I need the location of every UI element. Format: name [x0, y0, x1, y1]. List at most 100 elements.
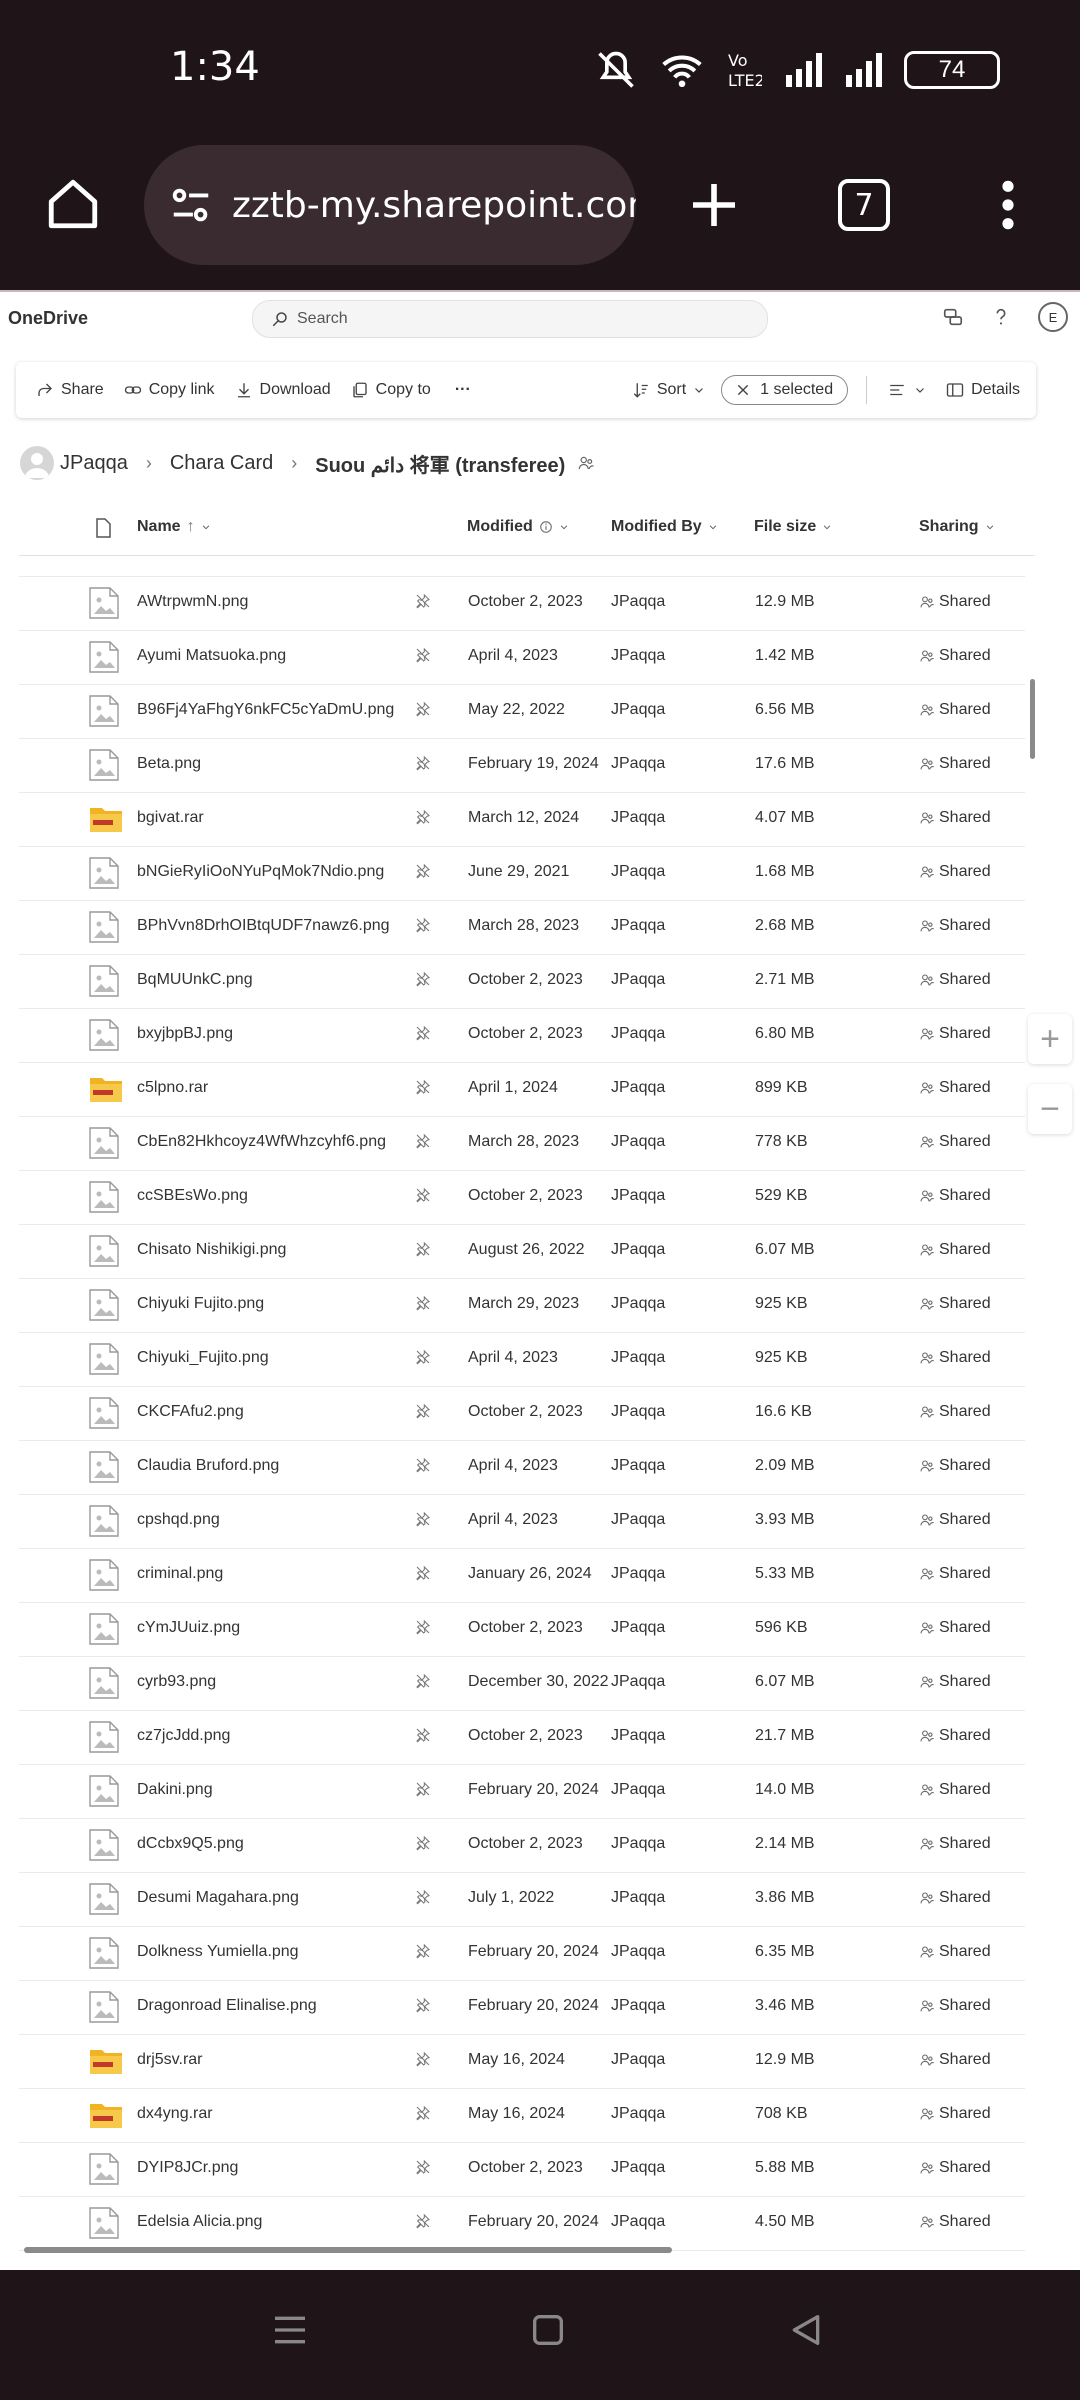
sharing-status[interactable]: Shared — [919, 1997, 991, 2015]
sharing-status[interactable]: Shared — [919, 593, 991, 611]
modified-by[interactable]: JPaqqa — [611, 1781, 665, 1799]
file-name[interactable]: B96Fj4YaFhgY6nkFC5cYaDmU.png — [137, 701, 394, 719]
pin-icon[interactable] — [415, 1025, 431, 1046]
pin-icon[interactable] — [415, 1727, 431, 1748]
sharing-status[interactable]: Shared — [919, 1079, 991, 1097]
table-row[interactable]: BPhVvn8DrhOIBtqUDF7nawz6.png March 28, 2… — [19, 901, 1025, 955]
file-name[interactable]: Beta.png — [137, 755, 201, 773]
sharing-status[interactable]: Shared — [919, 1943, 991, 1961]
modified-by[interactable]: JPaqqa — [611, 1511, 665, 1529]
breadcrumb-item[interactable]: JPaqqa — [60, 452, 128, 475]
home-square-icon[interactable] — [528, 2310, 568, 2350]
modified-by[interactable]: JPaqqa — [611, 1295, 665, 1313]
modified-by[interactable]: JPaqqa — [611, 1241, 665, 1259]
column-header-sharing[interactable]: Sharing — [919, 518, 995, 536]
table-row[interactable]: Ayumi Matsuoka.png April 4, 2023 JPaqqa … — [19, 631, 1025, 685]
shared-people-icon[interactable] — [577, 454, 595, 472]
table-row[interactable]: Chisato Nishikigi.png August 26, 2022 JP… — [19, 1225, 1025, 1279]
modified-by[interactable]: JPaqqa — [611, 647, 665, 665]
modified-by[interactable]: JPaqqa — [611, 1943, 665, 1961]
table-row[interactable]: Dolkness Yumiella.png February 20, 2024 … — [19, 1927, 1025, 1981]
sharing-status[interactable]: Shared — [919, 2159, 991, 2177]
modified-by[interactable]: JPaqqa — [611, 1133, 665, 1151]
sharing-status[interactable]: Shared — [919, 1457, 991, 1475]
modified-by[interactable]: JPaqqa — [611, 1349, 665, 1367]
pin-icon[interactable] — [415, 647, 431, 668]
selection-indicator[interactable]: 1 selected — [721, 375, 849, 405]
modified-by[interactable]: JPaqqa — [611, 701, 665, 719]
zoom-out-button[interactable]: − — [1028, 1084, 1072, 1134]
file-name[interactable]: ccSBEsWo.png — [137, 1187, 248, 1205]
pin-icon[interactable] — [415, 1295, 431, 1316]
sharing-status[interactable]: Shared — [919, 1025, 991, 1043]
modified-by[interactable]: JPaqqa — [611, 1673, 665, 1691]
table-row[interactable]: Beta.png February 19, 2024 JPaqqa 17.6 M… — [19, 739, 1025, 793]
download-button[interactable]: Download — [235, 381, 331, 399]
modified-by[interactable]: JPaqqa — [611, 2213, 665, 2231]
sharing-status[interactable]: Shared — [919, 1349, 991, 1367]
table-row[interactable]: Dragonroad Elinalise.png February 20, 20… — [19, 1981, 1025, 2035]
file-name[interactable]: CbEn82Hkhcoyz4WfWhzcyhf6.png — [137, 1133, 386, 1151]
table-row[interactable]: cYmJUuiz.png October 2, 2023 JPaqqa 596 … — [19, 1603, 1025, 1657]
file-name[interactable]: cpshqd.png — [137, 1511, 220, 1529]
modified-by[interactable]: JPaqqa — [611, 1025, 665, 1043]
breadcrumb-item[interactable]: Chara Card — [170, 452, 273, 475]
more-vert-icon[interactable] — [988, 177, 1028, 233]
file-name[interactable]: Desumi Magahara.png — [137, 1889, 299, 1907]
sharing-status[interactable]: Shared — [919, 1727, 991, 1745]
pin-icon[interactable] — [415, 1403, 431, 1424]
modified-by[interactable]: JPaqqa — [611, 2051, 665, 2069]
pin-icon[interactable] — [415, 2159, 431, 2180]
file-name[interactable]: BPhVvn8DrhOIBtqUDF7nawz6.png — [137, 917, 390, 935]
table-row[interactable]: CKCFAfu2.png October 2, 2023 JPaqqa 16.6… — [19, 1387, 1025, 1441]
pin-icon[interactable] — [415, 701, 431, 722]
modified-by[interactable]: JPaqqa — [611, 2159, 665, 2177]
table-row[interactable]: BqMUUnkC.png October 2, 2023 JPaqqa 2.71… — [19, 955, 1025, 1009]
file-name[interactable]: cYmJUuiz.png — [137, 1619, 240, 1637]
details-button[interactable]: Details — [946, 381, 1020, 399]
site-settings-icon[interactable] — [168, 182, 214, 228]
pin-icon[interactable] — [415, 1835, 431, 1856]
sharing-status[interactable]: Shared — [919, 1511, 991, 1529]
table-row[interactable]: AWtrpwmN.png October 2, 2023 JPaqqa 12.9… — [19, 577, 1025, 631]
modified-by[interactable]: JPaqqa — [611, 1997, 665, 2015]
table-row[interactable]: drj5sv.rar May 16, 2024 JPaqqa 12.9 MB S… — [19, 2035, 1025, 2089]
account-avatar[interactable]: E — [1038, 302, 1068, 332]
sharing-status[interactable]: Shared — [919, 1889, 991, 1907]
pin-icon[interactable] — [415, 2105, 431, 2126]
modified-by[interactable]: JPaqqa — [611, 1835, 665, 1853]
pin-icon[interactable] — [415, 917, 431, 938]
table-row[interactable]: cyrb93.png December 30, 2022 JPaqqa 6.07… — [19, 1657, 1025, 1711]
close-icon[interactable] — [736, 383, 750, 397]
pin-icon[interactable] — [415, 1943, 431, 1964]
modified-by[interactable]: JPaqqa — [611, 863, 665, 881]
address-bar[interactable]: zztb-my.sharepoint.com/p — [144, 145, 636, 265]
sharing-status[interactable]: Shared — [919, 755, 991, 773]
pin-icon[interactable] — [415, 1997, 431, 2018]
pin-icon[interactable] — [415, 2051, 431, 2072]
file-name[interactable]: DYIP8JCr.png — [137, 2159, 238, 2177]
column-header-file-size[interactable]: File size — [754, 518, 832, 536]
sharing-status[interactable]: Shared — [919, 971, 991, 989]
pin-icon[interactable] — [415, 755, 431, 776]
file-name[interactable]: Chiyuki Fujito.png — [137, 1295, 264, 1313]
table-row[interactable]: Chiyuki_Fujito.png April 4, 2023 JPaqqa … — [19, 1333, 1025, 1387]
pin-icon[interactable] — [415, 1457, 431, 1478]
table-row[interactable]: bgivat.rar March 12, 2024 JPaqqa 4.07 MB… — [19, 793, 1025, 847]
file-name[interactable]: bgivat.rar — [137, 809, 204, 827]
pin-icon[interactable] — [415, 863, 431, 884]
table-row[interactable]: Dakini.png February 20, 2024 JPaqqa 14.0… — [19, 1765, 1025, 1819]
pin-icon[interactable] — [415, 1241, 431, 1262]
column-header-modified[interactable]: Modified — [467, 518, 569, 536]
file-name[interactable]: dCcbx9Q5.png — [137, 1835, 244, 1853]
modified-by[interactable]: JPaqqa — [611, 971, 665, 989]
column-header-name[interactable]: Name ↑ — [137, 518, 211, 536]
modified-by[interactable]: JPaqqa — [611, 2105, 665, 2123]
sort-button[interactable]: Sort — [632, 381, 705, 399]
file-name[interactable]: Dragonroad Elinalise.png — [137, 1997, 317, 2015]
sharing-status[interactable]: Shared — [919, 2105, 991, 2123]
feedback-icon[interactable] — [942, 306, 964, 328]
help-icon[interactable] — [990, 306, 1012, 328]
pin-icon[interactable] — [415, 2213, 431, 2234]
table-row[interactable]: Chiyuki Fujito.png March 29, 2023 JPaqqa… — [19, 1279, 1025, 1333]
